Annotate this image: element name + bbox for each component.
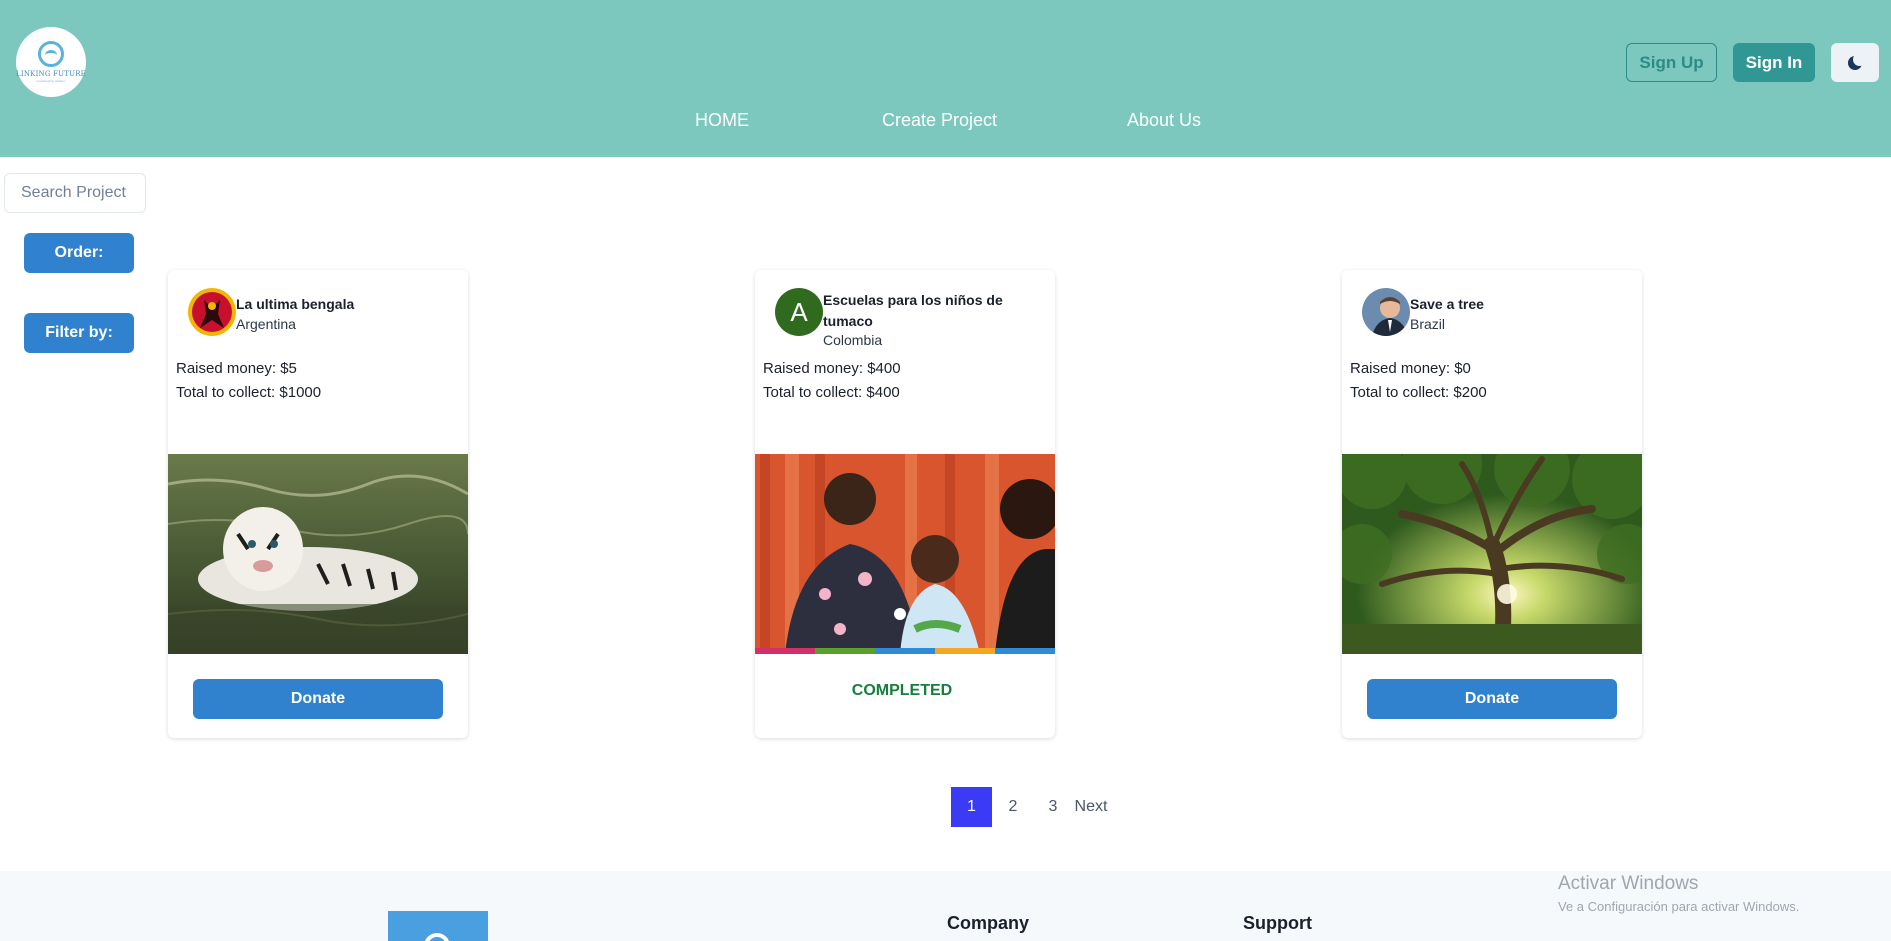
logo-globe-icon	[38, 41, 64, 67]
project-country: Colombia	[823, 332, 883, 348]
footer-logo-icon	[424, 933, 450, 941]
donate-button[interactable]: Donate	[1367, 679, 1617, 719]
project-image	[755, 454, 1055, 654]
total-to-collect: Total to collect: $1000	[176, 384, 322, 401]
nav-create-project[interactable]: Create Project	[882, 110, 997, 131]
logo-subtext: crowdfunding platform	[36, 79, 66, 83]
completed-status: COMPLETED	[851, 682, 953, 699]
project-card[interactable]: La ultima bengala Argentina Raised money…	[168, 270, 468, 738]
raised-money: Raised money: $5	[176, 360, 297, 377]
total-to-collect: Total to collect: $200	[1350, 384, 1487, 401]
project-image	[1342, 454, 1642, 654]
raised-money: Raised money: $0	[1350, 360, 1471, 377]
nav-about-us[interactable]: About Us	[1127, 110, 1201, 131]
page-3-button[interactable]: 3	[1043, 787, 1063, 827]
filter-button[interactable]: Filter by:	[24, 313, 134, 353]
avatar	[1362, 288, 1410, 336]
total-to-collect: Total to collect: $400	[763, 384, 900, 401]
header: LINKING FUTURE crowdfunding platform HOM…	[0, 0, 1891, 157]
avatar: A	[775, 288, 823, 336]
project-country: Brazil	[1410, 316, 1446, 332]
project-title[interactable]: Escuelas para los niños de tumaco	[823, 290, 1033, 332]
raised-money: Raised money: $400	[763, 360, 901, 377]
project-title[interactable]: La ultima bengala	[236, 294, 446, 315]
project-title[interactable]: Save a tree	[1410, 294, 1620, 315]
search-input[interactable]	[4, 173, 146, 213]
moon-icon	[1848, 52, 1866, 70]
footer-logo[interactable]	[388, 911, 488, 941]
page-1-button[interactable]: 1	[951, 787, 992, 827]
order-button[interactable]: Order:	[24, 233, 134, 273]
logo-text: LINKING FUTURE	[16, 70, 86, 78]
sign-up-button[interactable]: Sign Up	[1626, 43, 1717, 82]
theme-toggle-button[interactable]	[1831, 43, 1879, 82]
nav-home[interactable]: HOME	[695, 110, 749, 131]
project-country: Argentina	[236, 316, 296, 332]
logo[interactable]: LINKING FUTURE crowdfunding platform	[16, 27, 86, 97]
page-2-button[interactable]: 2	[1003, 787, 1023, 827]
sign-in-button[interactable]: Sign In	[1733, 43, 1815, 82]
footer-support-heading: Support	[1243, 913, 1312, 933]
project-card[interactable]: A Escuelas para los niños de tumaco Colo…	[755, 270, 1055, 738]
footer-company-heading: Company	[947, 913, 1030, 933]
project-image	[168, 454, 468, 654]
avatar	[188, 288, 236, 336]
windows-activation-title: Activar Windows	[1558, 873, 1699, 894]
windows-activation-subtitle: Ve a Configuración para activar Windows.	[1558, 899, 1800, 914]
next-page-button[interactable]: Next	[1071, 787, 1111, 827]
project-card[interactable]: Save a tree Brazil Raised money: $0 Tota…	[1342, 270, 1642, 738]
donate-button[interactable]: Donate	[193, 679, 443, 719]
